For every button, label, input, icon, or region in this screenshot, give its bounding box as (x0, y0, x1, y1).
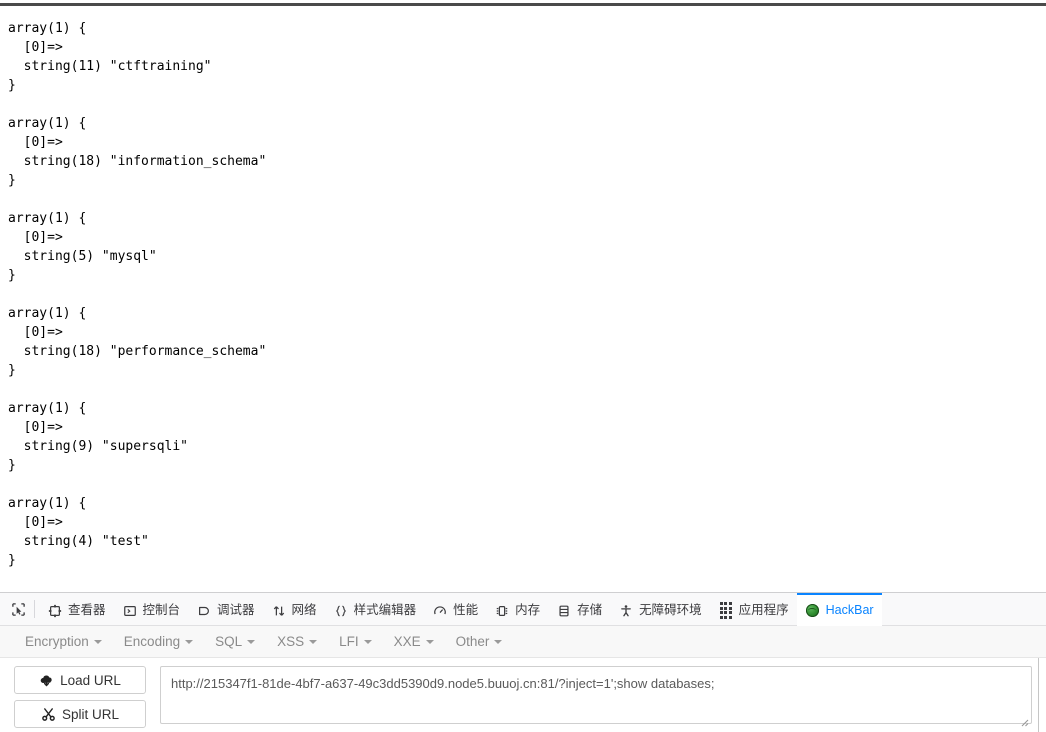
vardump-output: array(1) { [0]=> string(11) "ctftraining… (0, 6, 1046, 570)
devtools-panel: 查看器 控制台 调试器 网络 样式编辑器 性能 内存 存储 无障碍环境 应用程序… (0, 592, 1046, 732)
chevron-down-icon (363, 639, 372, 644)
debugger-icon (196, 603, 212, 619)
menu-label: Encryption (25, 634, 89, 649)
tab-hackbar[interactable]: HackBar (796, 593, 882, 626)
chevron-down-icon (425, 639, 434, 644)
accessibility-icon (618, 603, 634, 619)
application-grid-icon (718, 602, 734, 619)
scissors-icon (41, 707, 56, 722)
menu-label: XXE (393, 634, 421, 649)
tab-inspector[interactable]: 查看器 (39, 593, 114, 626)
inspector-icon (47, 603, 63, 619)
vardump-block: array(1) { [0]=> string(18) "information… (8, 116, 267, 188)
console-icon (122, 603, 138, 619)
tab-label: 内存 (515, 603, 541, 618)
load-url-button[interactable]: Load URL (14, 666, 146, 694)
tab-label: 无障碍环境 (639, 603, 702, 618)
vardump-block: array(1) { [0]=> string(18) "performance… (8, 306, 267, 378)
url-input[interactable] (160, 666, 1032, 724)
tab-label: 样式编辑器 (353, 603, 417, 618)
button-label: Load URL (60, 672, 121, 688)
chevron-down-icon (494, 639, 503, 644)
vardump-block: array(1) { [0]=> string(11) "ctftraining… (8, 21, 212, 93)
tab-debugger[interactable]: 调试器 (188, 593, 263, 626)
menu-other[interactable]: Other (445, 634, 514, 649)
chevron-down-icon (185, 639, 194, 644)
cloud-download-icon (39, 673, 54, 688)
tab-accessibility[interactable]: 无障碍环境 (610, 593, 710, 626)
tab-memory[interactable]: 内存 (486, 593, 548, 626)
element-picker-button[interactable] (4, 593, 32, 625)
devtools-tabbar: 查看器 控制台 调试器 网络 样式编辑器 性能 内存 存储 无障碍环境 应用程序… (0, 593, 1046, 626)
tabbar-separator (34, 600, 35, 618)
hackbar-action-buttons: Load URL Split URL (14, 666, 146, 728)
tab-label: 调试器 (217, 603, 255, 618)
tab-label: 应用程序 (738, 603, 789, 618)
tab-label: 性能 (453, 603, 479, 618)
tab-label: 网络 (291, 603, 317, 618)
tab-performance[interactable]: 性能 (424, 593, 486, 626)
vardump-block: array(1) { [0]=> string(5) "mysql" } (8, 211, 157, 283)
tab-label: 存储 (577, 603, 603, 618)
style-editor-icon (333, 603, 349, 619)
tab-network[interactable]: 网络 (263, 593, 325, 626)
menu-label: Other (455, 634, 490, 649)
chevron-down-icon (93, 639, 102, 644)
tab-storage[interactable]: 存储 (548, 593, 610, 626)
menu-encoding[interactable]: Encoding (113, 634, 204, 649)
menu-xxe[interactable]: XXE (383, 634, 445, 649)
split-url-button[interactable]: Split URL (14, 700, 146, 728)
menu-lfi[interactable]: LFI (328, 634, 383, 649)
tab-style-editor[interactable]: 样式编辑器 (325, 593, 425, 626)
url-field-wrapper (160, 666, 1046, 729)
memory-icon (494, 603, 510, 619)
menu-label: Encoding (123, 634, 181, 649)
vardump-block: array(1) { [0]=> string(4) "test" } (8, 496, 149, 568)
panel-scrollbar[interactable] (1038, 658, 1046, 732)
tab-console[interactable]: 控制台 (114, 593, 189, 626)
tab-label: 查看器 (68, 603, 106, 618)
tab-application[interactable]: 应用程序 (710, 593, 797, 626)
storage-icon (556, 603, 572, 619)
performance-icon (432, 603, 448, 619)
network-icon (271, 603, 287, 619)
hackbar-globe-icon (805, 603, 821, 619)
page-content-area: array(1) { [0]=> string(11) "ctftraining… (0, 6, 1046, 592)
element-picker-icon (10, 601, 26, 617)
menu-xss[interactable]: XSS (266, 634, 328, 649)
browser-window: array(1) { [0]=> string(11) "ctftraining… (0, 0, 1046, 732)
menu-label: LFI (339, 634, 359, 649)
chevron-down-icon (309, 639, 318, 644)
menu-encryption[interactable]: Encryption (14, 634, 113, 649)
button-label: Split URL (61, 706, 120, 722)
hackbar-menubar: Encryption Encoding SQL XSS LFI XXE Othe… (0, 626, 1046, 658)
menu-label: XSS (277, 634, 305, 649)
tab-label: HackBar (825, 603, 874, 618)
menu-sql[interactable]: SQL (204, 634, 266, 649)
menu-label: SQL (215, 634, 243, 649)
vardump-block: array(1) { [0]=> string(9) "supersqli" } (8, 401, 189, 473)
hackbar-body: Load URL Split URL (0, 658, 1046, 732)
chevron-down-icon (247, 639, 256, 644)
tab-label: 控制台 (142, 603, 181, 618)
